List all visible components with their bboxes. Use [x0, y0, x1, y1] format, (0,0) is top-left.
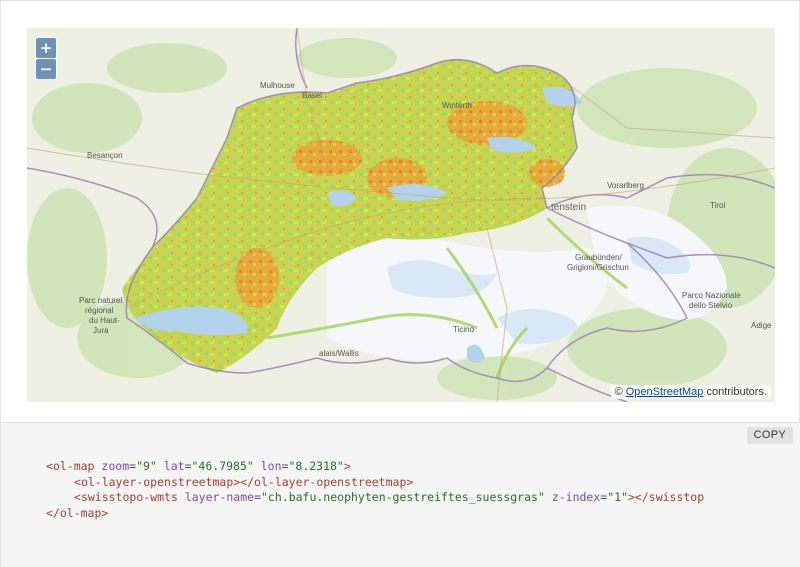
code-tag: ol-layer-openstreetmap: [80, 474, 234, 489]
copy-button[interactable]: COPY: [746, 427, 793, 444]
label-besancon: Besançon: [87, 151, 123, 160]
code-attr-name: z-index: [551, 490, 601, 504]
code-line-4: </ol-map>: [46, 506, 776, 522]
zoom-out-button[interactable]: −: [36, 59, 56, 79]
label-stelvio-2: dello Stelvio: [689, 301, 733, 310]
label-ticino: Ticino: [453, 325, 475, 334]
label-parc-3: du Haut-: [89, 316, 120, 325]
attribution-suffix: contributors.: [706, 386, 767, 398]
attribution-prefix: ©: [614, 386, 623, 398]
label-basel: Basel: [302, 91, 322, 100]
code-attr-value: "1": [607, 490, 628, 504]
code-attr-name: lon: [260, 459, 282, 473]
map-canvas[interactable]: Mulhouse Basel Winterth Besançon Vorarlb…: [27, 28, 775, 402]
label-mulhouse: Mulhouse: [260, 81, 295, 90]
label-vorarlberg: Vorarlberg: [607, 181, 644, 190]
zoom-in-button[interactable]: +: [36, 38, 56, 58]
label-liechtenstein: tenstein: [551, 202, 586, 213]
zoom-control: + −: [35, 37, 57, 80]
code-tag: ol-map: [52, 459, 95, 473]
map-attribution: © OpenStreetMap contributors.: [610, 385, 771, 399]
code-line-1: <ol-map zoom="9" lat="46.7985" lon="8.23…: [46, 459, 351, 473]
code-panel: COPY <ol-map zoom="9" lat="46.7985" lon=…: [1, 422, 800, 567]
label-tirol: Tirol: [710, 201, 725, 210]
code-tag: ol-layer-openstreetmap: [254, 474, 407, 489]
code-attr-name: layer-name: [184, 490, 255, 504]
map-viewport[interactable]: Mulhouse Basel Winterth Besançon Vorarlb…: [27, 28, 775, 402]
code-snippet[interactable]: <ol-map zoom="9" lat="46.7985" lon="8.23…: [46, 459, 776, 521]
label-wallis: alais/Wallis: [319, 349, 359, 358]
label-parc-2: régional: [85, 306, 114, 315]
code-tag: swisstopo-wmts: [80, 490, 178, 504]
openstreetmap-link[interactable]: OpenStreetMap: [626, 386, 704, 398]
label-parc-1: Parc naturel: [79, 296, 122, 305]
code-attr-value: "8.2318": [288, 459, 344, 473]
code-close-text: ></swisstop: [628, 490, 705, 504]
code-line-2: <ol-layer-openstreetmap></ol-layer-opens…: [74, 474, 414, 489]
label-adige: Adige: [751, 321, 772, 330]
label-stelvio-1: Parco Nazionale: [682, 291, 741, 300]
code-attr-name: zoom: [101, 459, 130, 473]
code-attr-value: "46.7985": [191, 459, 254, 473]
code-attr-value: "ch.bafu.neophyten-gestreiftes_suessgras…: [261, 490, 545, 504]
code-attr-value: "9": [136, 459, 157, 473]
label-parc-4: Jura: [93, 326, 109, 335]
label-winterthur: Winterth: [442, 101, 472, 110]
code-close-tag: </ol-map>: [46, 505, 109, 520]
demo-card: Mulhouse Basel Winterth Besançon Vorarlb…: [0, 0, 800, 567]
code-attr-name: lat: [163, 459, 185, 473]
label-grigioni: Grigioni/Grischun: [567, 263, 629, 272]
label-graubunden: Graubünden/: [575, 253, 622, 262]
code-line-3: <swisstopo-wmts layer-name="ch.bafu.neop…: [74, 490, 705, 504]
